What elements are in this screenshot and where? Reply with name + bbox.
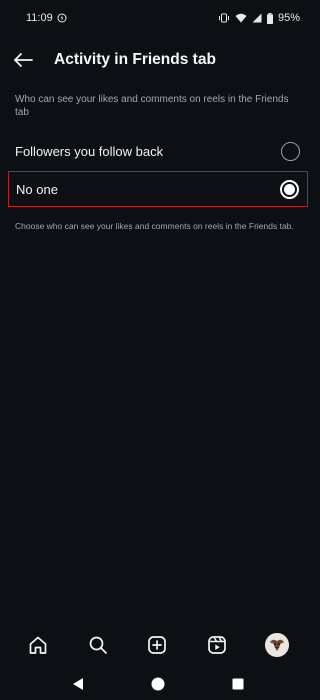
nav-home[interactable] <box>18 625 58 665</box>
profile-avatar <box>265 633 290 657</box>
section-description: Who can see your likes and comments on r… <box>15 94 289 118</box>
radio-unselected-icon[interactable] <box>281 141 300 161</box>
system-recents-button[interactable] <box>230 676 246 692</box>
option-label: No one <box>16 181 58 197</box>
page-title: Activity in Friends tab <box>54 51 216 68</box>
option-followers-you-follow-back[interactable]: Followers you follow back <box>8 133 308 169</box>
avatar-image <box>265 633 290 657</box>
radio-dot <box>284 183 295 195</box>
recents-square-icon <box>232 678 243 689</box>
bottom-nav <box>0 623 315 667</box>
back-button[interactable] <box>8 45 38 75</box>
home-circle-icon <box>151 677 164 690</box>
back-triangle-icon <box>72 677 83 690</box>
status-time: 11:09 <box>26 12 53 24</box>
radio-selected-icon[interactable] <box>280 179 299 199</box>
vibrate-icon <box>218 13 230 23</box>
data-saver-icon <box>57 13 67 23</box>
signal-icon <box>252 13 262 23</box>
nav-reels[interactable] <box>197 625 237 665</box>
nav-profile[interactable] <box>257 625 297 665</box>
battery-percent: 95% <box>277 12 300 24</box>
system-nav <box>0 667 315 700</box>
reels-icon <box>208 636 227 654</box>
header: Activity in Friends tab <box>0 40 315 80</box>
battery-icon <box>266 12 273 24</box>
search-icon <box>89 636 107 654</box>
home-icon <box>29 636 47 654</box>
system-home-button[interactable] <box>150 676 166 692</box>
status-bar: 11:09 95% <box>0 0 315 36</box>
status-left: 11:09 <box>26 12 67 24</box>
system-back-button[interactable] <box>70 676 86 692</box>
option-label: Followers you follow back <box>15 143 164 159</box>
create-icon <box>148 636 167 654</box>
status-right: 95% <box>218 12 300 24</box>
option-no-one[interactable]: No one <box>8 171 308 207</box>
nav-search[interactable] <box>78 625 118 665</box>
wifi-icon <box>235 13 247 23</box>
arrow-left-icon <box>14 53 33 67</box>
nav-create[interactable] <box>137 625 177 665</box>
footer-note: Choose who can see your likes and commen… <box>15 221 294 231</box>
